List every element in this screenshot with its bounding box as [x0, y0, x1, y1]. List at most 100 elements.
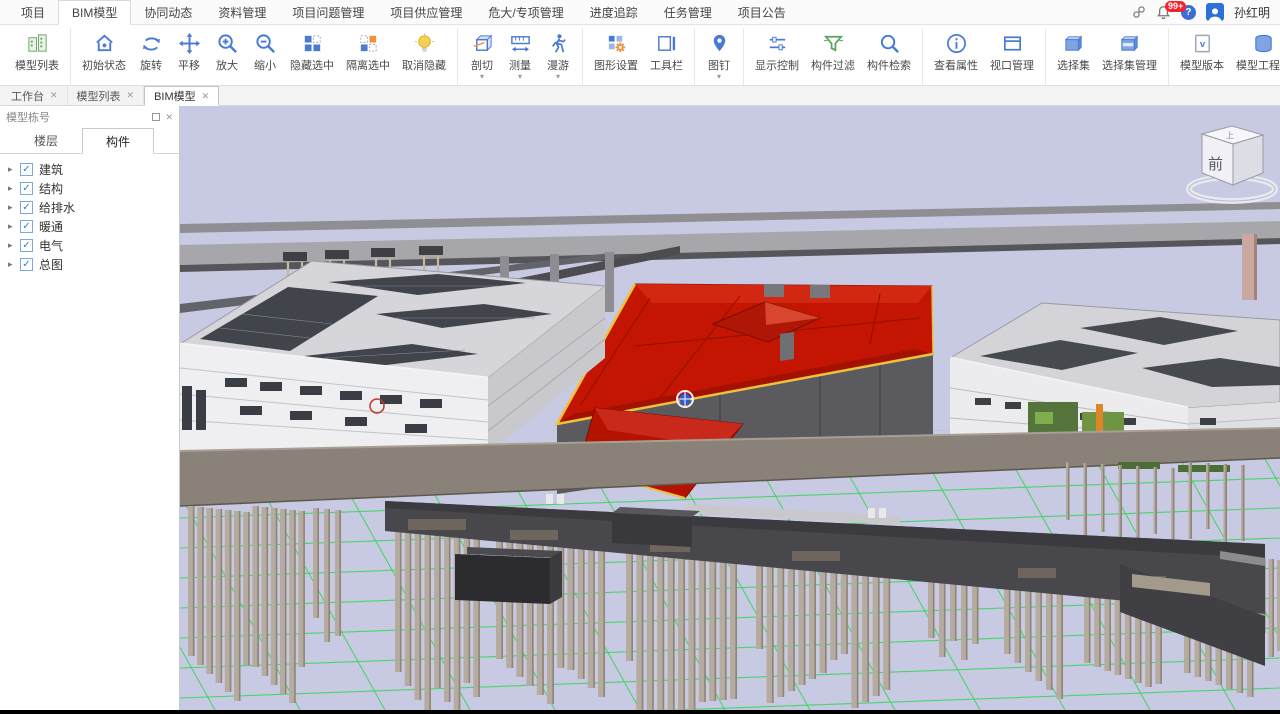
ribbon-button-label: 工具栏 [650, 57, 683, 73]
walkthrough-button[interactable]: 漫游▾ [539, 28, 577, 81]
viewport-management-icon [999, 30, 1025, 56]
menu-item-project[interactable]: 项目 [8, 0, 58, 24]
tree-expand-icon[interactable]: ▸ [8, 202, 20, 213]
menu-item-project-issue-management[interactable]: 项目问题管理 [279, 0, 377, 24]
tree-item-site-plan[interactable]: ▸✓ 总图 [0, 255, 179, 274]
ribbon-button-label: 剖切 [471, 57, 493, 73]
chevron-down-icon[interactable]: ▾ [556, 73, 560, 81]
tree-expand-icon[interactable]: ▸ [8, 240, 20, 251]
walkthrough-icon [545, 30, 571, 56]
component-search-button[interactable]: 构件检索▾ [861, 28, 917, 81]
ribbon-button-label: 构件检索 [867, 57, 911, 73]
tree-item-plumbing[interactable]: ▸✓给排水 [0, 198, 179, 217]
link-icon[interactable] [1132, 5, 1146, 19]
menu-item-document-management[interactable]: 资料管理 [205, 0, 279, 24]
menu-item-progress-tracking[interactable]: 进度追踪 [577, 0, 651, 24]
menu-item-project-announcement[interactable]: 项目公告 [725, 0, 799, 24]
view-properties-button[interactable]: 查看属性▾ [928, 28, 984, 81]
hide-selected-button[interactable]: 隐藏选中▾ [284, 28, 340, 81]
selection-set-management-button[interactable]: 选择集管理▾ [1096, 28, 1163, 81]
tree-checkbox[interactable]: ✓ [20, 163, 33, 176]
tree-item-label: 总图 [39, 256, 63, 273]
toolbar-button[interactable]: 工具栏▾ [644, 28, 689, 81]
tab-close-icon[interactable]: ✕ [202, 91, 210, 102]
model-tree-panel: 模型栋号 ✕ 楼层构件 ▸✓建筑▸✓结构▸✓给排水▸✓暖通▸✓电气▸✓总图 [0, 106, 180, 710]
chevron-down-icon[interactable]: ▾ [480, 73, 484, 81]
menu-item-project-supply-management[interactable]: 项目供应管理 [377, 0, 475, 24]
model-tree-panel-header: 模型栋号 ✕ [0, 106, 179, 128]
tree-item-structure[interactable]: ▸✓结构 [0, 179, 179, 198]
doc-tab-workbench[interactable]: 工作台 ✕ [2, 86, 68, 105]
rotate-button[interactable]: 旋转▾ [132, 28, 170, 81]
component-filter-icon [820, 30, 846, 56]
doc-tab-model-list[interactable]: 模型列表✕ [68, 86, 145, 105]
selection-set-button[interactable]: 选择集▾ [1051, 28, 1096, 81]
chevron-down-icon[interactable]: ▾ [717, 73, 721, 81]
model-version-button[interactable]: v模型版本▾ [1174, 28, 1230, 81]
ribbon-button-label: 漫游 [547, 57, 569, 73]
display-control-button[interactable]: 显示控制▾ [749, 28, 805, 81]
toolbar-icon [654, 30, 680, 56]
tree-expand-icon[interactable]: ▸ [8, 259, 20, 270]
chevron-down-icon[interactable]: ▾ [518, 73, 522, 81]
tree-checkbox[interactable]: ✓ [20, 201, 33, 214]
tab-close-icon[interactable]: ✕ [127, 90, 135, 101]
graphic-settings-icon [603, 30, 629, 56]
notification-bell-icon[interactable]: 99+ [1156, 5, 1171, 20]
menu-item-collab-dynamics[interactable]: 协同动态 [131, 0, 205, 24]
model-list-button[interactable]: 模型列表▾ [9, 28, 65, 81]
tree-checkbox[interactable]: ✓ [20, 239, 33, 252]
ribbon-button-label: 查看属性 [934, 57, 978, 73]
ribbon-button-label: 选择集管理 [1102, 57, 1157, 73]
isolate-selected-button[interactable]: 隔离选中▾ [340, 28, 396, 81]
main-area: 模型栋号 ✕ 楼层构件 ▸✓建筑▸✓结构▸✓给排水▸✓暖通▸✓电气▸✓总图 [0, 106, 1280, 710]
ribbon-group-2: 剖切▾测量▾漫游▾ [458, 28, 583, 85]
model-quantity-button[interactable]: 模型工程量▾ [1230, 28, 1280, 81]
tree-item-electrical[interactable]: ▸✓ 电气 [0, 236, 179, 255]
component-filter-button[interactable]: 构件过滤▾ [805, 28, 861, 81]
panel-maximize-icon[interactable] [152, 113, 160, 121]
viewport-3d[interactable]: 上 前 [180, 106, 1280, 710]
doc-tab-label: BIM模型 [154, 88, 196, 104]
pin-button[interactable]: 图钉▾ [700, 28, 738, 81]
model-tree-tabs: 楼层构件 [0, 128, 179, 154]
sidebar-tab-floors[interactable]: 楼层 [10, 128, 82, 153]
graphic-settings-button[interactable]: 图形设置▾ [588, 28, 644, 81]
tree-checkbox[interactable]: ✓ [20, 182, 33, 195]
ribbon-button-label: 隔离选中 [346, 57, 390, 73]
menu-item-task-management[interactable]: 任务管理 [651, 0, 725, 24]
ribbon-button-label: 旋转 [140, 57, 162, 73]
viewport-management-button[interactable]: 视口管理▾ [984, 28, 1040, 81]
notification-badge: 99+ [1165, 1, 1186, 12]
ribbon-group-3: 图形设置▾工具栏▾ [583, 28, 695, 85]
hide-selected-icon [299, 30, 325, 56]
tree-expand-icon[interactable]: ▸ [8, 221, 20, 232]
section-button[interactable]: 剖切▾ [463, 28, 501, 81]
tree-expand-icon[interactable]: ▸ [8, 183, 20, 194]
tree-item-hvac[interactable]: ▸✓暖通 [0, 217, 179, 236]
doc-tab-bim-model[interactable]: BIM模型 ✕ [144, 86, 219, 106]
ribbon-button-label: 取消隐藏 [402, 57, 446, 73]
tree-item-architecture[interactable]: ▸✓建筑 [0, 160, 179, 179]
sidebar-tab-components[interactable]: 构件 [82, 128, 154, 154]
tree-item-label: 电气 [39, 237, 63, 254]
doc-tab-label: 工作台 [11, 88, 44, 104]
top-menu-bar: 项目BIM模型协同动态资料管理项目问题管理项目供应管理危大/专项管理进度追踪任务… [0, 0, 1280, 25]
model-version-icon: v [1189, 30, 1215, 56]
ribbon-button-label: 隐藏选中 [290, 57, 334, 73]
panel-close-icon[interactable]: ✕ [165, 112, 173, 123]
ribbon-button-label: 选择集 [1057, 57, 1090, 73]
pan-button[interactable]: 平移▾ [170, 28, 208, 81]
menu-item-major-special-management[interactable]: 危大/专项管理 [475, 0, 576, 24]
unhide-button[interactable]: 取消隐藏▾ [396, 28, 452, 81]
tab-close-icon[interactable]: ✕ [50, 90, 58, 101]
tree-checkbox[interactable]: ✓ [20, 258, 33, 271]
initial-state-button[interactable]: 初始状态▾ [76, 28, 132, 81]
measure-button[interactable]: 测量▾ [501, 28, 539, 81]
zoom-out-button[interactable]: 缩小▾ [246, 28, 284, 81]
menu-item-bim-model[interactable]: BIM模型 [58, 0, 131, 25]
zoom-in-button[interactable]: 放大▾ [208, 28, 246, 81]
tree-checkbox[interactable]: ✓ [20, 220, 33, 233]
tree-expand-icon[interactable]: ▸ [8, 164, 20, 175]
user-avatar[interactable] [1206, 3, 1224, 21]
